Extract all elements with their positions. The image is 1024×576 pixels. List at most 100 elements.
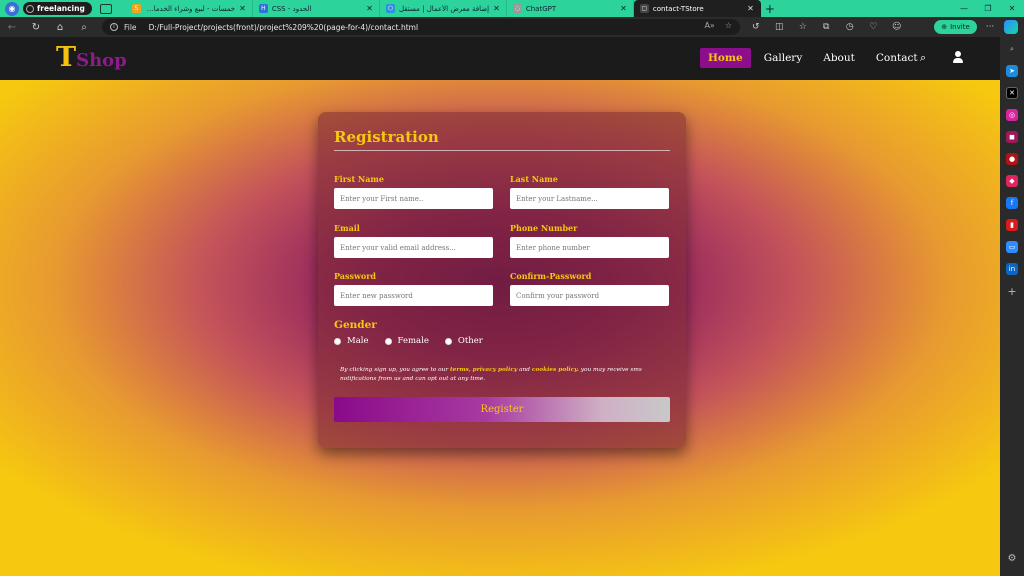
user-icon-head xyxy=(955,51,961,57)
search-icon[interactable]: ⌕ xyxy=(72,17,96,37)
logo-t: T xyxy=(56,42,77,73)
main-nav: Home Gallery About Contact xyxy=(700,48,931,68)
sidebar-zoom-icon[interactable]: ▭ xyxy=(1006,241,1018,253)
last-name-input[interactable] xyxy=(510,188,669,209)
nav-home[interactable]: Home xyxy=(700,48,751,68)
copilot-chat-icon[interactable]: ☺ xyxy=(885,22,909,32)
phone-input[interactable] xyxy=(510,237,669,258)
terms-link[interactable]: terms, xyxy=(450,367,471,373)
tab-title: contact-TStore xyxy=(652,4,704,13)
info-icon[interactable]: i xyxy=(110,23,118,31)
terms-text: By clicking sign up, you agree to our te… xyxy=(340,366,670,384)
extension-icon[interactable]: ↺ xyxy=(744,22,768,32)
sidebar-app-icon[interactable]: ◆ xyxy=(1006,175,1018,187)
email-input[interactable] xyxy=(334,237,493,258)
gender-male-label: Male xyxy=(347,336,369,346)
collections-icon[interactable]: ⧉ xyxy=(815,22,839,32)
tab-title: ChatGPT xyxy=(525,4,557,13)
sidebar-search-icon[interactable]: ⌕ xyxy=(1006,43,1018,55)
gender-female-option[interactable]: Female xyxy=(384,336,429,346)
workspace-icon xyxy=(26,4,34,13)
register-button[interactable]: Register xyxy=(334,397,670,422)
browser-tab[interactable]: H CSS - الحدود ✕ xyxy=(253,0,380,17)
favorites-icon[interactable]: ☆ xyxy=(791,22,815,32)
new-tab-icon[interactable]: + xyxy=(761,0,779,17)
browser-tab[interactable]: ⬡ إضافة معرض الأعمال | مستقل ✕ xyxy=(380,0,507,17)
back-icon[interactable]: ← xyxy=(0,17,24,37)
sidebar-add-icon[interactable]: + xyxy=(1006,285,1018,298)
sidebar-settings-icon[interactable]: ⚙ xyxy=(1006,552,1018,564)
profile-icon[interactable]: ◉ xyxy=(5,1,19,16)
tab-favicon-icon: ▢ xyxy=(639,4,649,13)
split-screen-icon[interactable]: ◫ xyxy=(768,22,792,32)
cookies-policy-link[interactable]: cookies policy. xyxy=(532,367,579,373)
tab-favicon-icon: 5 xyxy=(131,4,141,13)
sidebar-telegram-icon[interactable]: ➤ xyxy=(1006,65,1018,77)
home-icon[interactable]: ⌂ xyxy=(48,17,72,37)
browser-tab[interactable]: 5 خمسات - لبيع وشراء الخدمات المص... ✕ xyxy=(126,0,253,17)
sidebar-instagram-icon[interactable]: ◎ xyxy=(1006,109,1018,121)
terms-prefix: By clicking sign up, you agree to our xyxy=(340,367,449,373)
gender-female-radio[interactable] xyxy=(384,337,392,345)
browser-tab-active[interactable]: ▢ contact-TStore ✕ xyxy=(633,0,761,17)
nav-about[interactable]: About xyxy=(815,48,863,68)
tab-close-icon[interactable]: ✕ xyxy=(747,4,754,13)
nav-gallery[interactable]: Gallery xyxy=(756,48,811,68)
tab-close-icon[interactable]: ✕ xyxy=(366,4,373,13)
site-logo[interactable]: TShop xyxy=(56,42,127,73)
gender-other-label: Other xyxy=(457,336,483,346)
minimize-icon[interactable]: — xyxy=(952,0,976,17)
favorite-star-icon[interactable]: ☆ xyxy=(725,21,732,30)
terms-and: and xyxy=(519,367,530,373)
close-window-icon[interactable]: ✕ xyxy=(1000,0,1024,17)
email-group: Email xyxy=(334,223,493,258)
tab-close-icon[interactable]: ✕ xyxy=(620,4,627,13)
gender-male-option[interactable]: Male xyxy=(334,336,369,346)
address-scheme: File xyxy=(124,22,137,32)
sidebar-app-icon[interactable]: ◼ xyxy=(1006,131,1018,143)
invite-button[interactable]: ⊕ Invite xyxy=(934,20,977,34)
gender-other-option[interactable]: Other xyxy=(444,336,483,346)
sidebar-app-icon[interactable]: ▮ xyxy=(1006,219,1018,231)
address-bar[interactable]: i File D:/Full-Project/projects(front)/p… xyxy=(102,19,740,35)
sidebar-pinterest-icon[interactable]: ● xyxy=(1006,153,1018,165)
last-name-label: Last Name xyxy=(510,174,558,184)
confirm-password-input[interactable] xyxy=(510,285,669,306)
page-viewport: TShop Home Gallery About Contact ⌕ Regis… xyxy=(0,37,1000,576)
toolbar-icons: ↺ ◫ ☆ ⧉ ◷ ♡ ☺ xyxy=(744,17,909,37)
workspace-label: freelancing xyxy=(37,4,85,13)
tab-actions-icon[interactable] xyxy=(99,3,112,14)
window-controls: — ❐ ✕ xyxy=(952,0,1024,17)
browser-tab[interactable]: ◌ ChatGPT ✕ xyxy=(507,0,634,17)
first-name-input[interactable] xyxy=(334,188,493,209)
workspace-button[interactable]: freelancing xyxy=(23,2,92,15)
sidebar-x-icon[interactable]: ✕ xyxy=(1006,87,1018,99)
gender-female-label: Female xyxy=(397,336,429,346)
confirm-password-group: Confirm-Password xyxy=(510,271,669,306)
first-name-label: First Name xyxy=(334,174,384,184)
history-icon[interactable]: ◷ xyxy=(838,22,862,32)
password-input[interactable] xyxy=(334,285,493,306)
tab-close-icon[interactable]: ✕ xyxy=(493,4,500,13)
gender-male-radio[interactable] xyxy=(334,337,341,345)
address-url: D:/Full-Project/projects(front)/project%… xyxy=(148,22,419,32)
read-aloud-icon[interactable]: A» xyxy=(704,21,714,30)
nav-contact[interactable]: Contact xyxy=(868,48,926,68)
user-icon[interactable] xyxy=(952,51,964,63)
privacy-policy-link[interactable]: privacy policy xyxy=(473,367,518,373)
sidebar-facebook-icon[interactable]: f xyxy=(1006,197,1018,209)
confirm-password-label: Confirm-Password xyxy=(510,271,592,281)
gender-other-radio[interactable] xyxy=(444,337,452,345)
maximize-icon[interactable]: ❐ xyxy=(976,0,1000,17)
site-search-icon[interactable]: ⌕ xyxy=(920,51,926,65)
gender-title: Gender xyxy=(334,319,377,331)
more-menu-icon[interactable]: ··· xyxy=(982,17,998,37)
sidebar-linkedin-icon[interactable]: in xyxy=(1006,263,1018,275)
copilot-icon[interactable] xyxy=(1004,20,1018,34)
invite-label: Invite xyxy=(950,23,970,31)
site-header: TShop Home Gallery About Contact ⌕ xyxy=(0,37,1000,80)
tab-close-icon[interactable]: ✕ xyxy=(239,4,246,13)
reload-icon[interactable]: ↻ xyxy=(24,17,48,37)
tab-favicon-icon: ⬡ xyxy=(385,4,395,13)
performance-icon[interactable]: ♡ xyxy=(862,22,886,32)
